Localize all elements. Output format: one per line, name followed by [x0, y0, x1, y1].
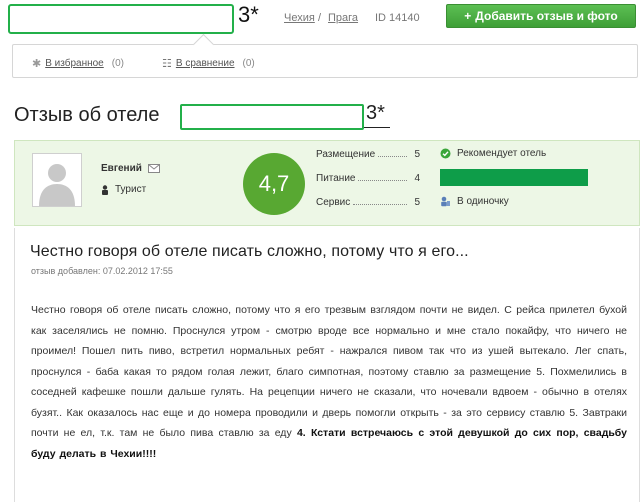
rating-dots: [358, 173, 407, 181]
title-stars-underline: [364, 127, 390, 128]
reviewer-name[interactable]: Евгений: [101, 163, 160, 174]
user-silhouette-icon: [33, 154, 81, 206]
page-title: Отзыв об отеле: [14, 104, 160, 126]
hotel-stars: 3*: [238, 2, 259, 27]
hotel-id: ID 14140: [375, 12, 420, 24]
add-to-favorites[interactable]: ✱ В избранное (0): [32, 57, 124, 70]
review-heading[interactable]: Честно говоря об отеле писать сложно, по…: [30, 243, 469, 261]
overall-score: 4,7: [258, 171, 290, 196]
rating-value: 4: [414, 173, 420, 184]
add-review-button-label: Добавить отзыв и фото: [475, 9, 618, 23]
recommends-hotel-text: Рекомендует отель: [457, 148, 547, 159]
overall-score-badge: 4,7: [243, 153, 305, 215]
rating-label: Размещение: [316, 149, 376, 160]
breadcrumb-country-link[interactable]: Чехия: [284, 12, 315, 24]
travel-type-text: В одиночку: [457, 196, 509, 207]
favorites-label[interactable]: В избранное: [45, 58, 104, 69]
add-to-compare[interactable]: ☷ В сравнение (0): [162, 57, 255, 70]
person-icon: [102, 184, 108, 195]
envelope-icon[interactable]: [147, 163, 160, 173]
hotel-name-redacted-box: [8, 4, 234, 34]
plus-icon: +: [464, 9, 472, 23]
highlight-bar: [440, 169, 588, 186]
reviewer-role-text: Турист: [115, 184, 147, 195]
list-icon: ☷: [162, 58, 172, 70]
rating-value: 5: [414, 197, 420, 208]
star-icon: ✱: [32, 58, 42, 70]
recommends-hotel: Рекомендует отель: [440, 148, 546, 159]
traveler-icon: [441, 196, 450, 207]
rating-label: Питание: [316, 173, 356, 184]
breadcrumb-city-link[interactable]: Прага: [328, 12, 358, 24]
title-hotel-stars: 3*: [366, 102, 385, 124]
review-body: Честно говоря об отеле писать сложно, по…: [31, 300, 627, 464]
review-date: отзыв добавлен: 07.02.2012 17:55: [31, 266, 173, 276]
reviewer-name-text[interactable]: Евгений: [101, 163, 142, 174]
check-icon: [440, 148, 451, 159]
rating-value: 5: [414, 149, 420, 160]
reviewer-role: Турист: [101, 184, 146, 195]
breadcrumb-separator: /: [318, 12, 322, 24]
favorites-count: (0): [111, 58, 124, 69]
compare-label[interactable]: В сравнение: [176, 58, 235, 69]
rating-dots: [353, 197, 407, 205]
rating-row-accommodation: Размещение 5: [316, 149, 420, 160]
rating-label: Сервис: [316, 197, 351, 208]
rating-row-food: Питание 4: [316, 173, 420, 184]
travel-type: В одиночку: [440, 196, 509, 207]
title-hotel-name-redacted-box: [180, 104, 364, 130]
compare-count: (0): [242, 58, 255, 69]
add-review-button[interactable]: + Добавить отзыв и фото: [446, 4, 636, 28]
avatar: [32, 153, 82, 207]
rating-dots: [378, 149, 407, 157]
rating-row-service: Сервис 5: [316, 197, 420, 208]
review-body-text: Честно говоря об отеле писать сложно, по…: [31, 304, 627, 439]
